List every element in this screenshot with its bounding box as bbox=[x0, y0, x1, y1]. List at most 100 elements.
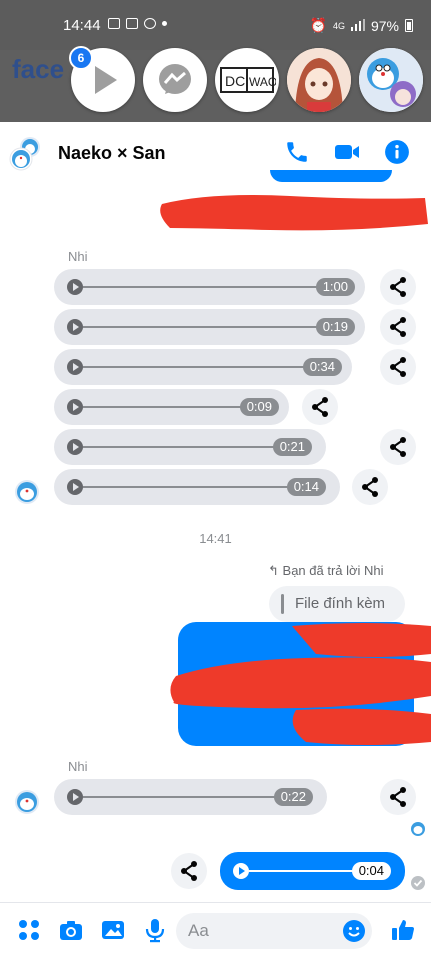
audio-duration: 0:21 bbox=[272, 438, 312, 456]
share-button[interactable] bbox=[352, 469, 388, 505]
menu-grid-icon[interactable] bbox=[16, 917, 42, 943]
outgoing-message-partial bbox=[270, 170, 392, 182]
reply-icon: ↰ bbox=[268, 563, 279, 578]
chat-head-play[interactable]: 6 bbox=[69, 46, 135, 112]
reply-hint-text: Bạn đã trả lời Nhi bbox=[282, 563, 384, 578]
share-button[interactable] bbox=[171, 853, 207, 889]
redacted-area-1 bbox=[160, 195, 428, 231]
play-icon[interactable] bbox=[67, 319, 83, 335]
share-icon bbox=[181, 861, 197, 881]
alarm-icon: ⏰ bbox=[309, 17, 327, 33]
share-icon bbox=[390, 317, 406, 337]
share-icon bbox=[362, 477, 378, 497]
audio-message[interactable]: 0:34 bbox=[54, 349, 352, 385]
quote-bar bbox=[281, 594, 284, 614]
audio-message[interactable]: 0:21 bbox=[54, 429, 326, 465]
quoted-message[interactable]: File đính kèm bbox=[269, 586, 405, 622]
message-timestamp: 14:41 bbox=[199, 531, 232, 546]
share-icon bbox=[390, 437, 406, 457]
audio-duration: 0:22 bbox=[273, 788, 313, 806]
play-icon[interactable] bbox=[67, 439, 83, 455]
share-icon bbox=[390, 357, 406, 377]
share-button[interactable] bbox=[302, 389, 338, 425]
chat-head-messenger[interactable] bbox=[143, 48, 207, 112]
background-app-logo: face bbox=[12, 54, 65, 84]
chat-head-doraemon[interactable] bbox=[359, 48, 423, 112]
battery-icon bbox=[405, 19, 413, 32]
emoji-icon[interactable] bbox=[342, 919, 366, 943]
reply-hint: ↰ Bạn đã trả lời Nhi bbox=[268, 563, 384, 579]
doraemon-avatar-image bbox=[359, 48, 423, 112]
audio-track bbox=[83, 486, 309, 488]
notification-icons bbox=[108, 18, 167, 29]
chat-head-dcwao[interactable]: DC WAO bbox=[215, 48, 279, 112]
audio-track bbox=[83, 286, 333, 288]
play-icon[interactable] bbox=[67, 399, 83, 415]
audio-message[interactable]: 0:22 bbox=[54, 779, 327, 815]
audio-duration: 0:14 bbox=[286, 478, 326, 496]
redacted-area-2 bbox=[170, 623, 431, 745]
audio-duration: 0:09 bbox=[239, 398, 279, 416]
share-button[interactable] bbox=[380, 269, 416, 305]
audio-track bbox=[83, 326, 333, 328]
sender-name: Nhi bbox=[68, 249, 88, 264]
play-icon[interactable] bbox=[67, 279, 83, 295]
info-icon[interactable] bbox=[384, 139, 410, 165]
quoted-text: File đính kèm bbox=[295, 595, 386, 612]
audio-message[interactable]: 0:09 bbox=[54, 389, 289, 425]
audio-track bbox=[83, 796, 293, 798]
chat-heads: 6 DC WAO bbox=[69, 46, 423, 112]
audio-track bbox=[83, 446, 295, 448]
status-bar: 14:44 ⏰ 4G 97% bbox=[0, 0, 431, 50]
sender-avatar[interactable] bbox=[14, 479, 40, 505]
audio-message[interactable]: 0:14 bbox=[54, 469, 340, 505]
message-input-placeholder: Aa bbox=[188, 921, 209, 940]
svg-text:WAO: WAO bbox=[249, 75, 276, 89]
sender-avatar[interactable] bbox=[14, 789, 40, 815]
camera-icon[interactable] bbox=[58, 917, 84, 943]
audio-duration: 1:00 bbox=[315, 278, 355, 296]
signal-icon bbox=[350, 18, 365, 34]
play-icon[interactable] bbox=[67, 359, 83, 375]
audio-duration: 0:04 bbox=[351, 862, 391, 880]
audio-message[interactable]: 1:00 bbox=[54, 269, 365, 305]
anime-avatar-image bbox=[287, 48, 351, 112]
gallery-icon bbox=[108, 18, 120, 29]
audio-duration: 0:34 bbox=[302, 358, 342, 376]
share-icon bbox=[390, 277, 406, 297]
status-time: 14:44 bbox=[63, 17, 101, 34]
svg-text:DC: DC bbox=[225, 73, 245, 89]
microphone-icon[interactable] bbox=[142, 917, 168, 943]
share-button[interactable] bbox=[380, 349, 416, 385]
delivered-check-icon bbox=[411, 876, 425, 890]
chat-head-anime[interactable] bbox=[287, 48, 351, 112]
conversation-title: Naeko × San bbox=[58, 143, 166, 163]
call-icon[interactable] bbox=[284, 139, 310, 165]
gallery-icon[interactable] bbox=[100, 917, 126, 943]
unread-badge: 6 bbox=[69, 46, 93, 70]
play-icon[interactable] bbox=[233, 863, 249, 879]
audio-track bbox=[83, 406, 253, 408]
video-call-icon[interactable] bbox=[334, 139, 360, 165]
composer: Aa bbox=[0, 902, 431, 959]
sender-name: Nhi bbox=[68, 759, 88, 774]
like-icon[interactable] bbox=[390, 917, 416, 943]
message-input[interactable]: Aa bbox=[176, 913, 372, 949]
audio-message[interactable]: 0:19 bbox=[54, 309, 365, 345]
play-icon[interactable] bbox=[67, 479, 83, 495]
audio-duration: 0:19 bbox=[315, 318, 355, 336]
play-icon[interactable] bbox=[67, 789, 83, 805]
share-button[interactable] bbox=[380, 779, 416, 815]
battery-percent: 97% bbox=[370, 17, 399, 34]
conversation-avatar[interactable] bbox=[8, 135, 44, 171]
audio-track bbox=[83, 366, 320, 368]
share-icon bbox=[390, 787, 406, 807]
share-icon bbox=[312, 397, 328, 417]
outgoing-audio-message[interactable]: 0:04 bbox=[220, 852, 405, 890]
dcwao-logo: DC WAO bbox=[220, 67, 276, 93]
seen-avatar bbox=[411, 822, 425, 836]
messenger-icon bbox=[159, 64, 191, 94]
share-button[interactable] bbox=[380, 429, 416, 465]
more-notifications-icon bbox=[162, 21, 167, 26]
share-button[interactable] bbox=[380, 309, 416, 345]
